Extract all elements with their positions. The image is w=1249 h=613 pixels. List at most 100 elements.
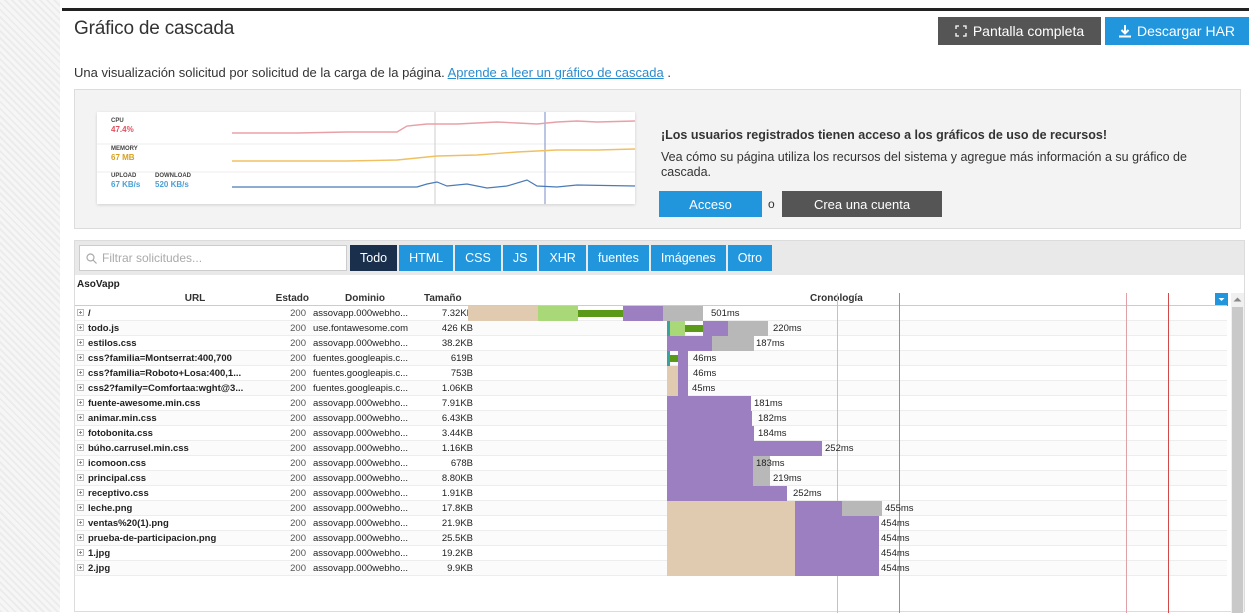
expand-row-icon[interactable]	[77, 398, 84, 406]
request-status: 200	[290, 338, 306, 349]
tab-xhr[interactable]: XHR	[539, 245, 586, 271]
tab-todo[interactable]: Todo	[350, 245, 398, 271]
tab-otro[interactable]: Otro	[727, 245, 773, 271]
table-row[interactable]: todo.js 200 use.fontawesome.com 426 KB	[75, 321, 1227, 336]
table-row[interactable]: animar.min.css 200 assovapp.000webho... 6.4…	[75, 411, 1227, 426]
request-status: 200	[290, 413, 306, 424]
table-row[interactable]: principal.css 200 assovapp.000webho... 8.80…	[75, 471, 1227, 486]
request-size: 25.5KB	[441, 533, 473, 544]
table-row[interactable]: 1.jpg 200 assovapp.000webho... 19.2KB	[75, 546, 1227, 561]
request-url[interactable]: receptivo.css	[77, 488, 267, 499]
tab-css[interactable]: CSS	[455, 245, 501, 271]
table-row[interactable]: búho.carrusel.min.css 200 assovapp.000webh…	[75, 441, 1227, 456]
request-status: 200	[290, 458, 306, 469]
request-url[interactable]: animar.min.css	[77, 413, 267, 424]
expand-row-icon[interactable]	[77, 323, 84, 331]
request-status: 200	[290, 398, 306, 409]
promo-text: Vea cómo su página utiliza los recursos …	[661, 150, 1187, 179]
request-url[interactable]: 2.jpg	[77, 563, 267, 574]
expand-row-icon[interactable]	[77, 368, 84, 376]
table-row[interactable]: estilos.css 200 assovapp.000webho... 38.2KB	[75, 336, 1227, 351]
tab-html[interactable]: HTML	[399, 245, 454, 271]
expand-row-icon[interactable]	[77, 503, 84, 511]
scroll-thumb[interactable]	[1232, 307, 1243, 613]
expand-row-icon[interactable]	[77, 338, 84, 346]
request-url[interactable]: css?familia=Roboto+Losa:400,1...	[77, 368, 267, 379]
expand-row-icon[interactable]	[77, 383, 84, 391]
expand-row-icon[interactable]	[77, 308, 84, 316]
download-usage-label: DOWNLOAD	[155, 173, 191, 179]
filter-input[interactable]: Filtrar solicitudes...	[79, 245, 347, 271]
tab-imágenes[interactable]: Imágenes	[650, 245, 726, 271]
request-url[interactable]: búho.carrusel.min.css	[77, 443, 267, 454]
request-url[interactable]: todo.js	[77, 323, 267, 334]
table-row[interactable]: / 200 assovapp.000webho... 7.32KB	[75, 306, 1227, 321]
table-row[interactable]: leche.png 200 assovapp.000webho... 17.8KB	[75, 501, 1227, 516]
request-url[interactable]: estilos.css	[77, 338, 267, 349]
filter-bar: Filtrar solicitudes... Todo HTML CSS JS XHR f…	[75, 241, 1244, 275]
table-row[interactable]: fuente-awesome.min.css 200 assovapp.000web…	[75, 396, 1227, 411]
expand-row-icon[interactable]	[77, 473, 84, 481]
request-size: 7.91KB	[441, 398, 473, 409]
request-url[interactable]: prueba-de-participacion.png	[77, 533, 267, 544]
create-account-button[interactable]: Crea una cuenta	[782, 191, 942, 217]
expand-row-icon[interactable]	[77, 533, 84, 541]
table-row[interactable]: icomoon.css 200 assovapp.000webho... 678B	[75, 456, 1227, 471]
memory-value: 67 MB	[111, 153, 135, 162]
download-har-button[interactable]: Descargar HAR	[1105, 17, 1249, 45]
expand-row-icon[interactable]	[77, 413, 84, 421]
fullscreen-button[interactable]: Pantalla completa	[938, 17, 1101, 45]
request-status: 200	[290, 548, 306, 559]
table-row[interactable]: css?familia=Montserrat:400,700 200 fuentes…	[75, 351, 1227, 366]
request-domain: assovapp.000webho...	[313, 458, 409, 469]
request-size: 1.06KB	[441, 383, 473, 394]
request-url[interactable]: css2?family=Comfortaa:wght@3...	[77, 383, 267, 394]
table-row[interactable]: 2.jpg 200 assovapp.000webho... 9.9KB	[75, 561, 1227, 576]
request-url[interactable]: icomoon.css	[77, 458, 267, 469]
request-status: 200	[290, 563, 306, 574]
expand-row-icon[interactable]	[77, 458, 84, 466]
download-usage-value: 520 KB/s	[155, 180, 189, 189]
request-url[interactable]: principal.css	[77, 473, 267, 484]
request-domain: assovapp.000webho...	[313, 398, 409, 409]
request-size: 753B	[450, 368, 473, 379]
scroll-up-icon[interactable]	[1233, 296, 1242, 302]
request-url[interactable]: fotobonita.css	[77, 428, 267, 439]
request-status: 200	[290, 533, 306, 544]
search-icon	[86, 253, 97, 264]
cpu-label: CPU	[111, 118, 124, 124]
request-url[interactable]: css?familia=Montserrat:400,700	[77, 353, 267, 364]
request-size: 1.16KB	[441, 443, 473, 454]
resource-lines	[97, 112, 635, 204]
table-row[interactable]: css2?family=Comfortaa:wght@3... 200 fuente…	[75, 381, 1227, 396]
expand-row-icon[interactable]	[77, 563, 84, 571]
table-row[interactable]: receptivo.css 200 assovapp.000webho... 1.91…	[75, 486, 1227, 501]
tab-fuentes[interactable]: fuentes	[587, 245, 649, 271]
request-url[interactable]: /	[77, 308, 267, 319]
fullscreen-label: Pantalla completa	[972, 23, 1085, 39]
waterfall-section: Gráfico de cascada Pantalla completa Des…	[62, 11, 1249, 613]
request-status: 200	[290, 428, 306, 439]
expand-row-icon[interactable]	[77, 443, 84, 451]
request-url[interactable]: leche.png	[77, 503, 267, 514]
table-row[interactable]: css?familia=Roboto+Losa:400,1... 200 fuent…	[75, 366, 1227, 381]
expand-row-icon[interactable]	[77, 353, 84, 361]
request-size: 21.9KB	[441, 518, 473, 529]
cpu-line	[232, 120, 635, 134]
table-row[interactable]: fotobonita.css 200 assovapp.000webho... 3.4…	[75, 426, 1227, 441]
tab-js[interactable]: JS	[502, 245, 538, 271]
learn-link[interactable]: Aprende a leer un gráfico de cascada	[448, 65, 664, 80]
expand-row-icon[interactable]	[77, 518, 84, 526]
request-url[interactable]: fuente-awesome.min.css	[77, 398, 267, 409]
request-url[interactable]: 1.jpg	[77, 548, 267, 559]
login-button[interactable]: Acceso	[659, 191, 762, 217]
table-row[interactable]: prueba-de-participacion.png 200 assovapp.0…	[75, 531, 1227, 546]
expand-row-icon[interactable]	[77, 548, 84, 556]
request-url[interactable]: ventas%20(1).png	[77, 518, 267, 529]
table-row[interactable]: ventas%20(1).png 200 assovapp.000webho... 2…	[75, 516, 1227, 531]
table-scrollbar[interactable]	[1231, 293, 1244, 613]
request-domain: assovapp.000webho...	[313, 308, 409, 319]
expand-row-icon[interactable]	[77, 488, 84, 496]
memory-label: MEMORY	[111, 146, 138, 152]
expand-row-icon[interactable]	[77, 428, 84, 436]
